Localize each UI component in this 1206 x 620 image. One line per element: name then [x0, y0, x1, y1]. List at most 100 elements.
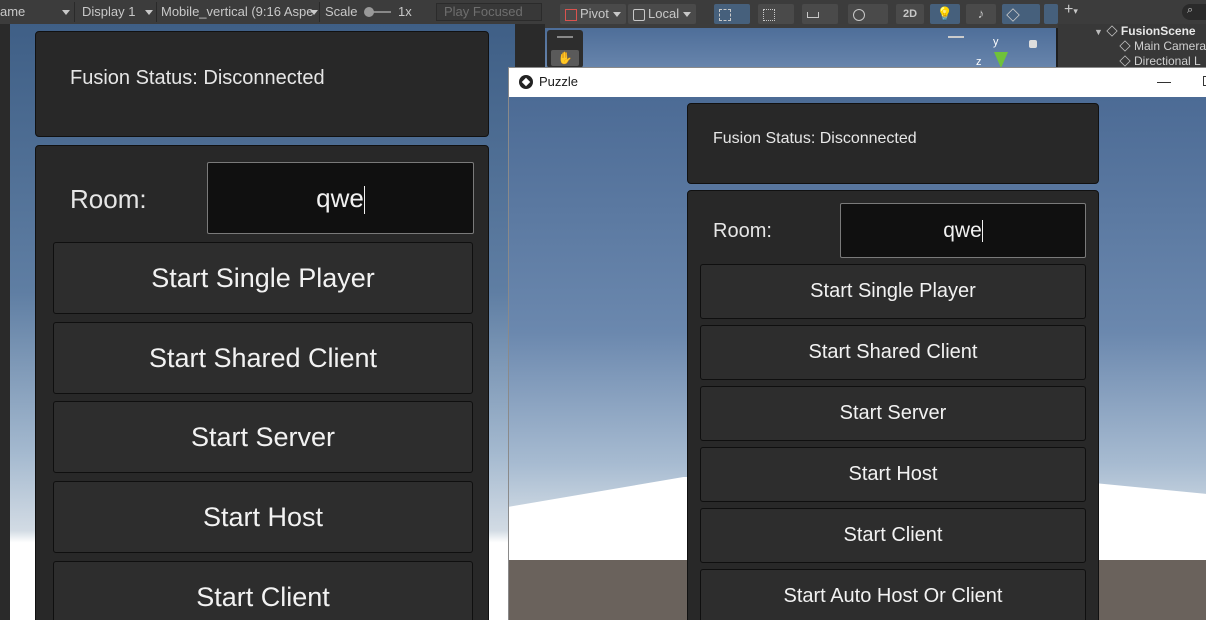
2d-label: 2D	[902, 8, 918, 20]
start-auto-host-or-client-button[interactable]: Start Auto Host Or Client	[700, 569, 1086, 620]
audio-icon: ♪	[977, 6, 985, 21]
lightbulb-icon: 💡	[936, 6, 954, 21]
display-label: Display 1	[82, 4, 136, 19]
room-input[interactable]: qwe	[207, 162, 474, 234]
start-single-player-button[interactable]: Start Single Player	[53, 242, 473, 314]
layers-icon	[1006, 7, 1020, 22]
hand-tool-icon[interactable]: ✋	[551, 50, 579, 66]
room-input-value: qwe	[316, 183, 364, 213]
aspect-dropdown-caret[interactable]	[306, 3, 318, 21]
hierarchy-item-label: Directional L	[1134, 54, 1201, 68]
start-shared-client-button[interactable]: Start Shared Client	[700, 325, 1086, 380]
game-tab-menu[interactable]	[58, 3, 70, 21]
window-title: Puzzle	[539, 74, 579, 89]
pivot-icon	[565, 8, 577, 21]
display-dropdown[interactable]: Display 1	[82, 3, 154, 21]
draw-mode-dropdown[interactable]	[848, 4, 888, 24]
game-view-border	[0, 24, 10, 620]
grid-icon	[719, 8, 731, 21]
chevron-down-icon: ▼	[1094, 27, 1103, 37]
hierarchy-item[interactable]: Main Camera	[1119, 39, 1206, 54]
aspect-dropdown[interactable]: Mobile_vertical (9:16 Aspe	[161, 3, 316, 21]
game-view: Fusion Status: Disconnected Room: qwe St…	[10, 24, 515, 620]
pivot-toggle[interactable]: Pivot	[560, 4, 626, 24]
status-panel: Fusion Status: Disconnected	[687, 103, 1099, 184]
scene-view-toolbar: Pivot Local 2D 💡 ♪	[542, 0, 1058, 28]
hierarchy-panel: ▼ FusionScene Main Camera Directional L	[1058, 24, 1206, 68]
puzzle-window: Puzzle — Fusion Status: Disconnected Roo…	[508, 67, 1206, 620]
hierarchy-toolbar: +▾ ⌕	[1058, 0, 1206, 24]
menu-panel: Room: qwe Start Single Player Start Shar…	[35, 145, 489, 620]
start-server-button[interactable]: Start Server	[700, 386, 1086, 441]
start-host-button[interactable]: Start Host	[53, 481, 473, 553]
play-mode-label: Play Focused	[444, 4, 523, 19]
ruler-button[interactable]	[802, 4, 838, 24]
minimize-button[interactable]: —	[1154, 72, 1174, 92]
audio-toggle[interactable]: ♪	[966, 4, 996, 24]
grid-snap-button[interactable]	[714, 4, 750, 24]
aspect-label: Mobile_vertical (9:16 Aspe	[161, 4, 314, 19]
start-host-button[interactable]: Start Host	[700, 447, 1086, 502]
scene-root-item[interactable]: ▼ FusionScene	[1094, 24, 1196, 39]
chevron-down-icon: ▾	[1073, 6, 1078, 16]
drag-handle[interactable]	[557, 36, 573, 38]
window-titlebar[interactable]: Puzzle —	[509, 68, 1206, 97]
start-single-player-button[interactable]: Start Single Player	[700, 264, 1086, 319]
scale-slider-handle[interactable]	[364, 7, 374, 17]
play-mode-dropdown[interactable]: Play Focused	[436, 3, 542, 21]
room-label: Room:	[70, 184, 147, 214]
room-label: Room:	[713, 220, 772, 242]
add-object-button[interactable]: +▾	[1064, 1, 1078, 19]
scene-view[interactable]: ✋ y z	[545, 28, 1056, 70]
gameobject-icon	[1119, 40, 1131, 52]
game-view-toolbar: ame Display 1 Mobile_vertical (9:16 Aspe…	[0, 0, 542, 24]
scene-visibility-toggle[interactable]	[1044, 4, 1058, 24]
hierarchy-item[interactable]: Directional L	[1119, 54, 1201, 68]
connection-status: Fusion Status: Disconnected	[70, 67, 325, 89]
chevron-down-icon	[62, 10, 70, 16]
start-shared-client-button[interactable]: Start Shared Client	[53, 322, 473, 394]
text-cursor	[981, 220, 983, 243]
scale-label: Scale	[325, 4, 358, 19]
gizmo-handle[interactable]	[948, 36, 964, 38]
ruler-icon	[807, 11, 819, 18]
chevron-down-icon	[310, 10, 318, 16]
text-cursor	[363, 186, 365, 215]
start-server-button[interactable]: Start Server	[53, 401, 473, 473]
search-icon[interactable]: ⌕	[1182, 4, 1206, 20]
room-input[interactable]: qwe	[840, 203, 1086, 258]
lighting-toggle[interactable]: 💡	[930, 4, 960, 24]
plus-icon: +	[1064, 1, 1074, 18]
toolbar-divider	[319, 2, 320, 22]
snap-icon	[763, 8, 775, 21]
start-client-button[interactable]: Start Client	[700, 508, 1086, 563]
game-tab-label[interactable]: ame	[0, 3, 25, 21]
chevron-down-icon	[683, 12, 692, 18]
scene-tools-overlay: ✋	[547, 30, 583, 68]
effects-dropdown[interactable]	[1002, 4, 1040, 24]
pivot-label: Pivot	[580, 6, 609, 21]
gizmo-axis-y: y	[993, 36, 999, 48]
space-label: Local	[648, 6, 680, 21]
toolbar-divider	[156, 2, 157, 22]
snap-increment-button[interactable]	[758, 4, 794, 24]
local-space-icon	[633, 8, 645, 21]
orientation-gizmo-icon[interactable]	[994, 52, 1008, 68]
menu-panel: Room: qwe Start Single Player Start Shar…	[687, 190, 1099, 620]
scene-name: FusionScene	[1120, 24, 1196, 38]
toolbar-divider	[74, 2, 75, 22]
unity-editor: ame Display 1 Mobile_vertical (9:16 Aspe…	[0, 0, 1206, 620]
game-viewport: Fusion Status: Disconnected Room: qwe St…	[509, 97, 1206, 620]
scale-value: 1x	[398, 4, 412, 19]
lock-icon[interactable]	[1029, 40, 1037, 48]
status-panel: Fusion Status: Disconnected	[35, 31, 489, 137]
chevron-down-icon	[145, 10, 154, 16]
room-input-value: qwe	[943, 219, 982, 242]
2d-toggle[interactable]: 2D	[896, 4, 924, 24]
start-client-button[interactable]: Start Client	[53, 561, 473, 620]
chevron-down-icon	[612, 12, 621, 18]
unity-app-icon	[519, 75, 533, 89]
gameobject-icon	[1119, 55, 1131, 67]
space-toggle[interactable]: Local	[628, 4, 697, 24]
hierarchy-item-label: Main Camera	[1134, 39, 1206, 53]
